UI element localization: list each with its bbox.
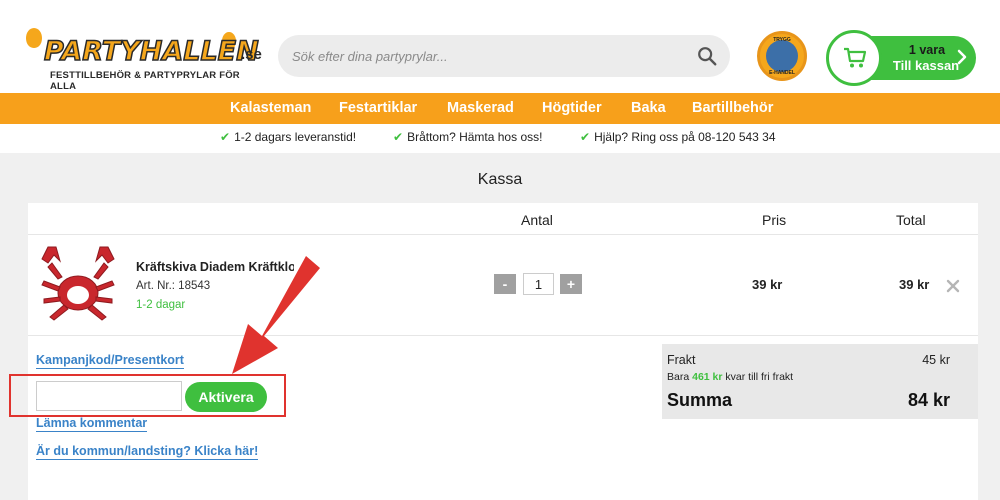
search-icon[interactable] [696, 45, 718, 67]
cart-panel: Antal Pris Total Kräftskiva Diadem Kräft… [9, 203, 978, 500]
sum-label: Summa [667, 390, 733, 410]
usp-text: Hjälp? Ring oss på 08-120 543 34 [594, 130, 776, 144]
site-header: PARTYHALLEN .se FESTTILLBEHÖR & PARTYPRY… [0, 0, 1000, 93]
product-stock-status: 1-2 dagar [136, 299, 186, 311]
logo-text: PARTYHALLEN [43, 35, 259, 68]
nav-item-kalasteman[interactable]: Kalasteman [230, 100, 311, 116]
column-header-qty: Antal [521, 212, 553, 228]
qty-input[interactable] [523, 273, 554, 295]
product-art-no: Art. Nr.: 18543 [136, 280, 211, 292]
free-shipping-prefix: Bara [667, 371, 690, 383]
column-header-total: Total [896, 212, 926, 228]
balloon-icon [26, 28, 42, 48]
trust-badge-shield-icon [766, 40, 798, 72]
order-summary: Frakt 45 kr Bara 461 kr kvar till fri fr… [662, 344, 978, 419]
usp-item: ✔ Bråttom? Hämta hos oss! [393, 130, 542, 144]
qty-decrease-button[interactable]: - [494, 274, 516, 294]
main-nav: Kalasteman Festartiklar Maskerad Högtide… [0, 93, 1000, 124]
crab-product-image[interactable] [34, 241, 122, 325]
search-input[interactable] [292, 46, 682, 66]
product-price: 39 kr [752, 277, 783, 292]
search-bar [278, 35, 730, 77]
cart-table-header: Antal Pris Total [28, 203, 978, 235]
usp-item: ✔ 1-2 dagars leveranstid! [220, 130, 356, 144]
checkout-cart-button[interactable]: 1 vara Till kassan [826, 30, 976, 86]
nav-item-baka[interactable]: Baka [631, 100, 666, 116]
cart-icon-circle [826, 30, 882, 86]
free-shipping-amount: 461 kr [692, 371, 723, 383]
usp-bar: ✔ 1-2 dagars leveranstid! ✔ Bråttom? Hämta… [0, 124, 1000, 153]
check-icon: ✔ [393, 130, 404, 144]
cart-count: 1 vara [908, 43, 946, 57]
row-divider [28, 335, 978, 336]
logo-tagline: FESTTILLBEHÖR & PARTYPRYLAR FÖR ALLA [50, 70, 240, 92]
trygg-ehandel-badge[interactable]: TRYGG E-HANDEL [757, 31, 807, 81]
nav-item-hogtider[interactable]: Högtider [542, 100, 602, 116]
sum-value: 84 kr [907, 390, 950, 410]
annotation-arrow-icon [232, 256, 320, 374]
trust-badge-top: TRYGG [773, 37, 791, 43]
nav-item-bartillbehor[interactable]: Bartillbehör [692, 100, 773, 116]
chevron-right-icon [957, 49, 967, 65]
cart-label: Till kassan [892, 58, 960, 73]
coupon-link[interactable]: Kampanjkod/Presentkort [36, 353, 184, 369]
usp-text: 1-2 dagars leveranstid! [234, 130, 357, 144]
nav-item-maskerad[interactable]: Maskerad [447, 100, 514, 116]
shipping-label: Frakt [667, 353, 696, 367]
shipping-value: 45 kr [922, 353, 950, 367]
column-header-price: Pris [762, 212, 787, 228]
site-logo[interactable]: PARTYHALLEN .se FESTTILLBEHÖR & PARTYPRY… [26, 28, 266, 92]
leave-comment-link[interactable]: Lämna kommentar [36, 416, 148, 432]
free-shipping-note: Bara 461 kr kvar till fri frakt [667, 371, 793, 383]
product-total: 39 kr [899, 277, 930, 292]
usp-item: ✔ Hjälp? Ring oss på 08-120 543 34 [580, 130, 776, 144]
logo-tld: .se [241, 46, 262, 63]
shopping-cart-icon [844, 47, 867, 68]
check-icon: ✔ [220, 130, 231, 144]
nav-item-festartiklar[interactable]: Festartiklar [339, 100, 417, 116]
free-shipping-suffix: kvar till fri frakt [725, 371, 794, 383]
qty-increase-button[interactable]: + [560, 274, 582, 294]
usp-text: Bråttom? Hämta hos oss! [407, 130, 543, 144]
municipality-link[interactable]: Är du kommun/landsting? Klicka här! [36, 444, 259, 460]
check-icon: ✔ [580, 130, 591, 144]
annotation-highlight-box [9, 374, 286, 417]
page-title: Kassa [477, 171, 523, 188]
trust-badge-bottom: E-HANDEL [769, 70, 795, 76]
remove-item-icon[interactable] [946, 279, 960, 293]
